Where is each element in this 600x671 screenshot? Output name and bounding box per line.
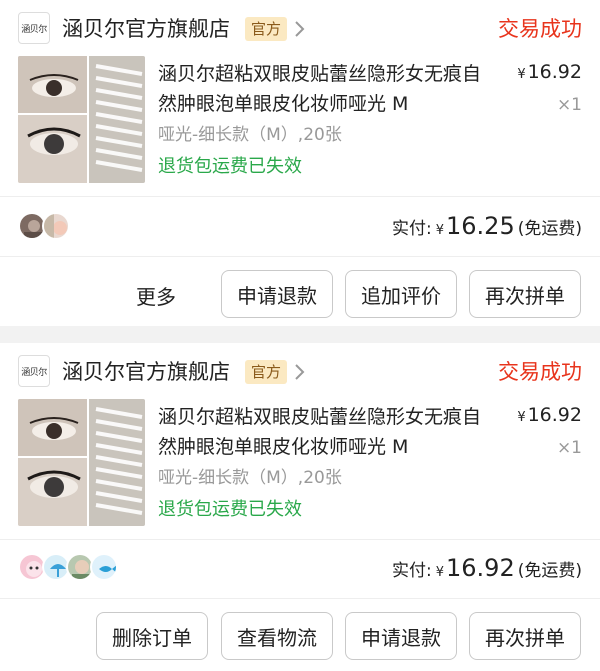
order-card: 涵贝尔 涵贝尔官方旗舰店 官方 交易成功 涵贝尔超粘双眼皮贴蕾丝隐形女无痕自然肿…: [0, 343, 600, 671]
more-button[interactable]: 更多: [136, 281, 176, 310]
apply-refund-button[interactable]: 申请退款: [221, 270, 333, 318]
view-logistics-button[interactable]: 查看物流: [221, 612, 333, 660]
product-thumbnail[interactable]: [18, 399, 145, 526]
chevron-right-icon[interactable]: [293, 17, 307, 41]
group-avatars: [18, 553, 118, 581]
sku-spec: 哑光-细长款（M）,20张: [158, 468, 342, 488]
chevron-right-icon[interactable]: [293, 360, 307, 384]
paid-amount: 实付: ¥16.25 (免运费): [392, 212, 582, 240]
product-title[interactable]: 涵贝尔超粘双眼皮贴蕾丝隐形女无痕自然肿眼泡单眼皮化妆师哑光 M: [158, 402, 488, 462]
add-review-button[interactable]: 追加评价: [345, 270, 457, 318]
apply-refund-button[interactable]: 申请退款: [345, 612, 457, 660]
product-title[interactable]: 涵贝尔超粘双眼皮贴蕾丝隐形女无痕自然肿眼泡单眼皮化妆师哑光 M: [158, 59, 488, 119]
order-status: 交易成功: [498, 360, 582, 384]
unit-price: ¥16.92: [517, 61, 582, 83]
store-name[interactable]: 涵贝尔官方旗舰店: [62, 356, 230, 386]
store-name[interactable]: 涵贝尔官方旗舰店: [62, 13, 230, 43]
order-card: 涵贝尔 涵贝尔官方旗舰店 官方 交易成功 涵贝尔超粘双眼皮贴蕾丝隐形女无痕自然肿…: [0, 0, 600, 326]
avatar: [90, 553, 118, 581]
divider: [0, 598, 600, 599]
sku-spec: 哑光-细长款（M）,20张: [158, 125, 342, 145]
quantity: ×1: [556, 438, 582, 458]
divider: [0, 196, 600, 197]
buy-again-button[interactable]: 再次拼单: [469, 612, 581, 660]
unit-price: ¥16.92: [517, 404, 582, 426]
avatar: [42, 212, 70, 240]
divider: [0, 539, 600, 540]
official-badge: 官方: [245, 360, 288, 384]
store-header[interactable]: 涵贝尔 涵贝尔官方旗舰店 官方 交易成功: [0, 0, 600, 56]
delete-order-button[interactable]: 删除订单: [96, 612, 208, 660]
store-logo: 涵贝尔: [18, 12, 50, 44]
store-logo: 涵贝尔: [18, 355, 50, 387]
quantity: ×1: [556, 95, 582, 115]
refund-shipping-note: 退货包运费已失效: [158, 499, 302, 520]
paid-amount: 实付: ¥16.92 (免运费): [392, 554, 582, 582]
product-thumbnail[interactable]: [18, 56, 145, 183]
group-avatars: [18, 212, 70, 240]
refund-shipping-note: 退货包运费已失效: [158, 156, 302, 177]
order-status: 交易成功: [498, 17, 582, 41]
official-badge: 官方: [245, 17, 288, 41]
divider: [0, 256, 600, 257]
store-header[interactable]: 涵贝尔 涵贝尔官方旗舰店 官方 交易成功: [0, 343, 600, 399]
buy-again-button[interactable]: 再次拼单: [469, 270, 581, 318]
